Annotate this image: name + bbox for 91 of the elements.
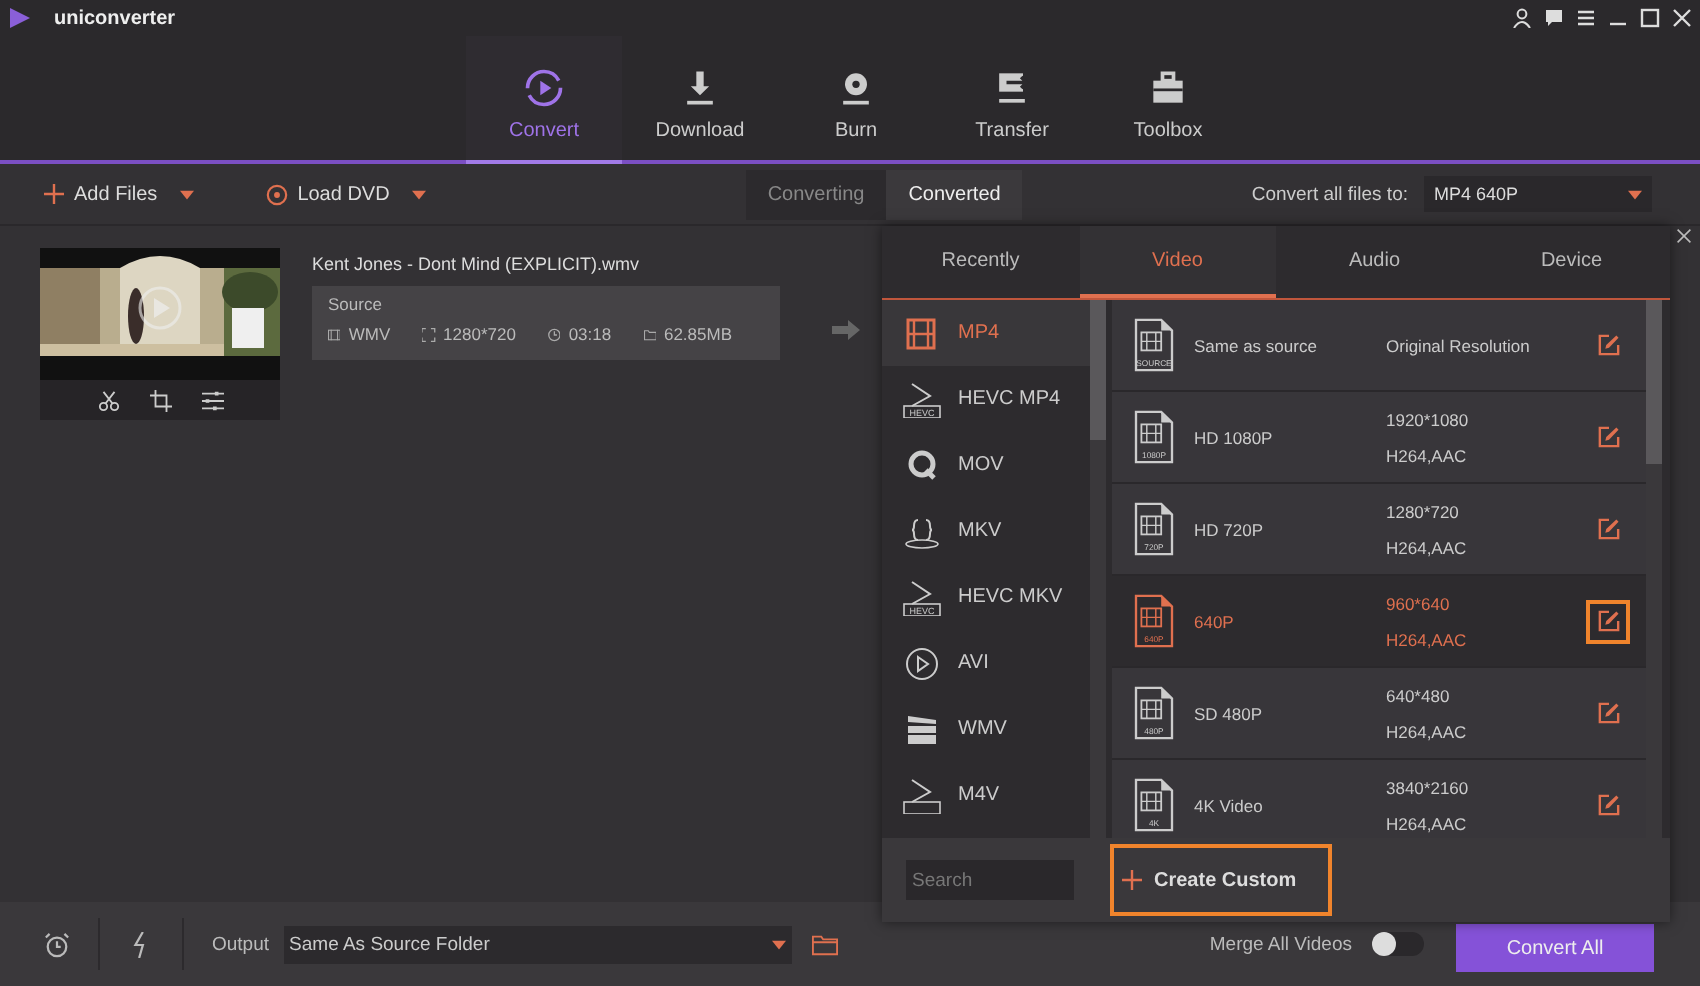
clock-icon [547,325,561,343]
create-custom-button[interactable]: Create Custom [1110,844,1332,916]
adjust-icon[interactable] [201,389,223,411]
caret-icon [771,939,786,949]
alarm-icon[interactable] [44,931,70,957]
search-field[interactable]: Search [906,860,1074,900]
format-item[interactable]: M4V [882,762,1090,828]
plus-icon [44,184,64,204]
chat-icon[interactable] [1544,8,1564,28]
resolution-text: 1280*720 [443,324,516,344]
logo-icon [8,6,32,30]
edit-button[interactable] [1586,599,1630,643]
app-title: uniconverter [54,7,176,29]
preset-name: Same as source [1194,335,1319,355]
play-triangle-icon [902,777,942,813]
folder-icon [643,325,656,343]
format-item[interactable]: MP4 [882,300,1090,366]
scrollbar-thumb[interactable] [1646,300,1662,464]
preset-detail: H264,AAC [1386,721,1469,741]
preset-name: 4K Video [1194,795,1265,815]
preset-name: HD 720P [1194,519,1265,539]
scissors-icon[interactable] [97,389,119,411]
output-label: Output [212,933,270,955]
status-tab[interactable]: Converting [745,169,887,219]
file-name: Kent Jones - Dont Mind (EXPLICIT).wmv [312,254,642,274]
preset-detail: H264,AAC [1386,629,1469,649]
preset-detail: H264,AAC [1386,813,1469,833]
format-item[interactable]: MKV [882,498,1090,564]
caret-icon [179,189,194,199]
nav-tab[interactable]: Convert [466,36,622,164]
nav-tab[interactable]: Transfer [934,36,1090,164]
menu-icon[interactable] [1576,8,1596,28]
status-tab[interactable]: Converted [886,169,1023,219]
nav-tab[interactable]: Toolbox [1090,36,1246,164]
format-tab[interactable]: Device [1473,226,1670,298]
user-icon[interactable] [1512,8,1532,28]
circle-play-icon [522,65,566,109]
preset-detail: Original Resolution [1386,335,1532,355]
preset-name: SD 480P [1194,703,1265,723]
nav-tab[interactable]: Burn [778,36,934,164]
nav-tab[interactable]: Download [622,36,778,164]
plus-icon [1122,870,1142,890]
preset-detail: 1920*1080 [1386,409,1471,429]
edit-icon [1597,610,1619,632]
preset-name: HD 1080P [1194,427,1275,447]
duration-text: 03:18 [568,324,612,344]
format-tab[interactable]: Video [1079,226,1276,298]
format-tab[interactable]: Recently [882,226,1079,298]
edit-icon [1597,794,1619,816]
preset-detail: 3840*2160 [1386,777,1471,797]
maximize-icon[interactable] [1640,8,1660,28]
format-dropdown[interactable]: MP4 640P [1424,176,1652,212]
resolution-icon [422,325,436,343]
play-circle-icon [902,645,942,681]
scrollbar-thumb[interactable] [1090,300,1106,440]
load-dvd-button[interactable]: Load DVD [253,181,438,207]
size-text: 62.85MB [663,324,732,344]
convert-all-button[interactable]: Convert All [1456,924,1654,972]
preset-name: 640P [1194,611,1236,631]
format-item[interactable]: MOV [882,432,1090,498]
preset-detail: H264,AAC [1386,445,1469,465]
braces-icon [902,513,942,549]
caret-icon [1628,189,1642,199]
preset-detail: 960*640 [1386,593,1452,613]
merge-toggle[interactable] [1372,932,1424,956]
film-icon [328,325,341,343]
format-item[interactable]: WMV [882,696,1090,762]
clapperboard-icon [902,711,942,747]
edit-icon [1597,426,1619,448]
output-dropdown[interactable]: Same As Source Folder [283,925,792,963]
format-item[interactable]: AVI [882,630,1090,696]
arrow-icon [832,320,860,340]
preset-detail: 640*480 [1386,685,1452,705]
disc-icon [265,183,288,205]
edit-icon [1597,702,1619,724]
merge-label: Merge All Videos [1209,933,1352,955]
close-icon[interactable] [1676,228,1692,244]
caret-icon [411,189,426,199]
close-icon[interactable] [1672,8,1692,28]
source-label: Source [328,294,384,314]
convert-all-label: Convert all files to: [1251,183,1408,205]
add-files-button[interactable]: Add Files [32,181,206,207]
edit-icon [1597,334,1619,356]
film-icon [902,315,942,351]
preset-detail: H264,AAC [1386,537,1469,557]
crop-icon[interactable] [149,389,171,411]
format-text: WMV [348,324,391,344]
edit-icon [1597,518,1619,540]
preset-detail: 1280*720 [1386,501,1461,521]
format-tab[interactable]: Audio [1276,226,1473,298]
folder-icon[interactable] [811,933,838,955]
